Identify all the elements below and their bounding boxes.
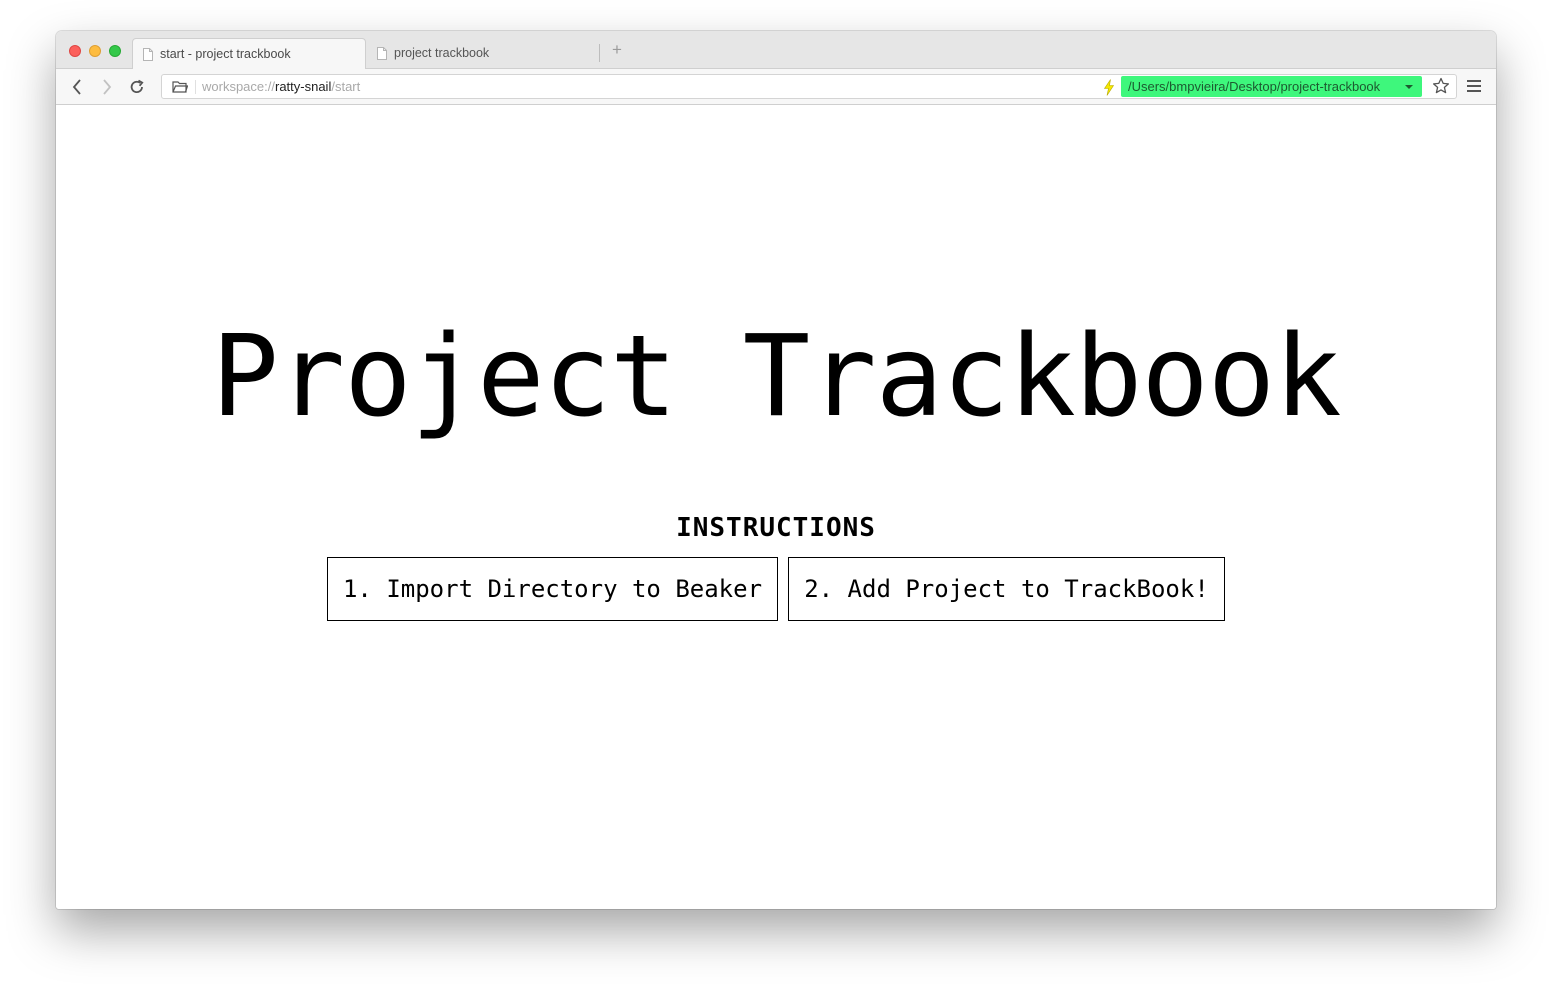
bookmark-star-icon[interactable] xyxy=(1432,77,1450,95)
new-tab-button[interactable]: + xyxy=(609,41,625,58)
workspace-path-dropdown[interactable]: /Users/bmpvieira/Desktop/project-trackbo… xyxy=(1121,76,1422,97)
page-content: Project Trackbook INSTRUCTIONS 1. Import… xyxy=(56,105,1496,909)
add-project-button[interactable]: 2. Add Project to TrackBook! xyxy=(788,557,1225,621)
url-scheme: workspace:// xyxy=(202,79,275,94)
minimize-window-button[interactable] xyxy=(89,45,101,57)
document-icon xyxy=(377,46,387,60)
address-bar[interactable]: workspace://ratty-snail/start /Users/bmp… xyxy=(161,74,1457,99)
tab-project-trackbook[interactable]: project trackbook xyxy=(368,38,600,68)
tab-start[interactable]: start - project trackbook xyxy=(132,38,366,69)
tab-strip: start - project trackbook project trackb… xyxy=(56,31,1496,69)
folder-icon xyxy=(172,81,188,93)
maximize-window-button[interactable] xyxy=(109,45,121,57)
close-window-button[interactable] xyxy=(69,45,81,57)
reload-button[interactable] xyxy=(127,77,147,97)
back-button[interactable] xyxy=(67,77,87,97)
caret-down-icon xyxy=(1405,85,1413,89)
chevron-right-icon xyxy=(103,79,112,95)
url-divider xyxy=(195,80,196,94)
page-title: Project Trackbook xyxy=(211,312,1341,442)
url-text[interactable]: workspace://ratty-snail/start xyxy=(202,79,360,95)
forward-button[interactable] xyxy=(97,77,117,97)
tab-label: project trackbook xyxy=(394,46,490,60)
workspace-path-label: /Users/bmpvieira/Desktop/project-trackbo… xyxy=(1128,79,1381,94)
instructions-heading: INSTRUCTIONS xyxy=(676,513,876,543)
chevron-left-icon xyxy=(72,79,81,95)
url-host: ratty-snail xyxy=(274,79,332,94)
document-icon xyxy=(143,47,153,61)
bolt-icon[interactable] xyxy=(1103,79,1115,96)
browser-window: start - project trackbook project trackb… xyxy=(56,31,1496,909)
import-directory-button[interactable]: 1. Import Directory to Beaker xyxy=(327,557,778,621)
toolbar: workspace://ratty-snail/start /Users/bmp… xyxy=(56,68,1496,105)
reload-icon xyxy=(130,79,144,93)
tab-label: start - project trackbook xyxy=(160,47,291,61)
hamburger-menu-icon[interactable] xyxy=(1466,79,1482,93)
url-path: /start xyxy=(331,79,361,94)
